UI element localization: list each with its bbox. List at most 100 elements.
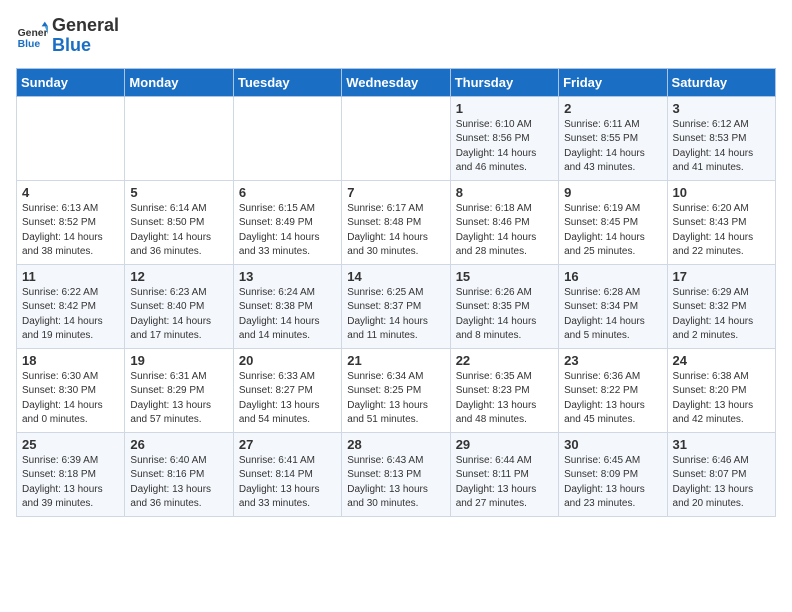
day-cell: 25 Sunrise: 6:39 AM Sunset: 8:18 PM Dayli… — [17, 432, 125, 516]
day-number: 3 — [673, 101, 770, 116]
day-cell: 12 Sunrise: 6:23 AM Sunset: 8:40 PM Dayli… — [125, 264, 233, 348]
day-info: Sunrise: 6:39 AM Sunset: 8:18 PM Dayligh… — [22, 454, 119, 512]
day-number: 10 — [673, 185, 770, 200]
day-cell: 20 Sunrise: 6:33 AM Sunset: 8:27 PM Dayli… — [233, 348, 341, 432]
day-number: 25 — [22, 437, 119, 452]
day-number: 11 — [22, 269, 119, 284]
day-info: Sunrise: 6:20 AM Sunset: 8:43 PM Dayligh… — [673, 202, 770, 260]
day-number: 30 — [564, 437, 661, 452]
day-cell: 28 Sunrise: 6:43 AM Sunset: 8:13 PM Dayli… — [342, 432, 450, 516]
day-number: 13 — [239, 269, 336, 284]
day-cell: 14 Sunrise: 6:25 AM Sunset: 8:37 PM Dayli… — [342, 264, 450, 348]
day-number: 8 — [456, 185, 553, 200]
logo: General Blue General Blue — [16, 16, 119, 56]
day-header-sunday: Sunday — [17, 68, 125, 96]
day-number: 18 — [22, 353, 119, 368]
day-cell: 22 Sunrise: 6:35 AM Sunset: 8:23 PM Dayli… — [450, 348, 558, 432]
day-info: Sunrise: 6:13 AM Sunset: 8:52 PM Dayligh… — [22, 202, 119, 260]
day-info: Sunrise: 6:34 AM Sunset: 8:25 PM Dayligh… — [347, 370, 444, 428]
day-cell: 24 Sunrise: 6:38 AM Sunset: 8:20 PM Dayli… — [667, 348, 775, 432]
day-info: Sunrise: 6:26 AM Sunset: 8:35 PM Dayligh… — [456, 286, 553, 344]
day-number: 21 — [347, 353, 444, 368]
svg-text:General: General — [18, 28, 48, 39]
day-number: 4 — [22, 185, 119, 200]
day-number: 14 — [347, 269, 444, 284]
week-row-2: 4 Sunrise: 6:13 AM Sunset: 8:52 PM Daylig… — [17, 180, 776, 264]
day-cell: 8Sunrise: 6:18 AM Sunset: 8:46 PM Daylig… — [450, 180, 558, 264]
day-cell: 17 Sunrise: 6:29 AM Sunset: 8:32 PM Dayli… — [667, 264, 775, 348]
day-cell: 2 Sunrise: 6:11 AM Sunset: 8:55 PM Daylig… — [559, 96, 667, 180]
day-number: 9 — [564, 185, 661, 200]
day-info: Sunrise: 6:10 AM Sunset: 8:56 PM Dayligh… — [456, 118, 553, 176]
day-number: 12 — [130, 269, 227, 284]
day-cell: 10 Sunrise: 6:20 AM Sunset: 8:43 PM Dayli… — [667, 180, 775, 264]
day-cell: 3 Sunrise: 6:12 AM Sunset: 8:53 PM Daylig… — [667, 96, 775, 180]
day-number: 20 — [239, 353, 336, 368]
logo-text: General Blue — [52, 16, 119, 56]
day-cell: 27Sunrise: 6:41 AM Sunset: 8:14 PM Dayli… — [233, 432, 341, 516]
day-number: 2 — [564, 101, 661, 116]
day-header-thursday: Thursday — [450, 68, 558, 96]
day-info: Sunrise: 6:28 AM Sunset: 8:34 PM Dayligh… — [564, 286, 661, 344]
day-number: 22 — [456, 353, 553, 368]
day-number: 16 — [564, 269, 661, 284]
day-number: 28 — [347, 437, 444, 452]
day-info: Sunrise: 6:11 AM Sunset: 8:55 PM Dayligh… — [564, 118, 661, 176]
day-info: Sunrise: 6:40 AM Sunset: 8:16 PM Dayligh… — [130, 454, 227, 512]
day-cell: 6 Sunrise: 6:15 AM Sunset: 8:49 PM Daylig… — [233, 180, 341, 264]
day-info: Sunrise: 6:29 AM Sunset: 8:32 PM Dayligh… — [673, 286, 770, 344]
day-header-monday: Monday — [125, 68, 233, 96]
logo-icon: General Blue — [16, 20, 48, 52]
header: General Blue General Blue — [16, 16, 776, 56]
day-cell — [125, 96, 233, 180]
day-info: Sunrise: 6:41 AM Sunset: 8:14 PM Dayligh… — [239, 454, 336, 512]
day-info: Sunrise: 6:23 AM Sunset: 8:40 PM Dayligh… — [130, 286, 227, 344]
day-cell: 29 Sunrise: 6:44 AM Sunset: 8:11 PM Dayli… — [450, 432, 558, 516]
day-info: Sunrise: 6:35 AM Sunset: 8:23 PM Dayligh… — [456, 370, 553, 428]
day-info: Sunrise: 6:36 AM Sunset: 8:22 PM Dayligh… — [564, 370, 661, 428]
day-cell: 26 Sunrise: 6:40 AM Sunset: 8:16 PM Dayli… — [125, 432, 233, 516]
day-info: Sunrise: 6:25 AM Sunset: 8:37 PM Dayligh… — [347, 286, 444, 344]
day-info: Sunrise: 6:45 AM Sunset: 8:09 PM Dayligh… — [564, 454, 661, 512]
week-row-4: 18 Sunrise: 6:30 AM Sunset: 8:30 PM Dayli… — [17, 348, 776, 432]
day-info: Sunrise: 6:43 AM Sunset: 8:13 PM Dayligh… — [347, 454, 444, 512]
day-cell: 19 Sunrise: 6:31 AM Sunset: 8:29 PM Dayli… — [125, 348, 233, 432]
day-number: 26 — [130, 437, 227, 452]
day-number: 5 — [130, 185, 227, 200]
day-cell: 18 Sunrise: 6:30 AM Sunset: 8:30 PM Dayli… — [17, 348, 125, 432]
day-info: Sunrise: 6:38 AM Sunset: 8:20 PM Dayligh… — [673, 370, 770, 428]
week-row-5: 25 Sunrise: 6:39 AM Sunset: 8:18 PM Dayli… — [17, 432, 776, 516]
day-info: Sunrise: 6:31 AM Sunset: 8:29 PM Dayligh… — [130, 370, 227, 428]
day-header-saturday: Saturday — [667, 68, 775, 96]
day-number: 7 — [347, 185, 444, 200]
day-cell: 5 Sunrise: 6:14 AM Sunset: 8:50 PM Daylig… — [125, 180, 233, 264]
day-cell: 1Sunrise: 6:10 AM Sunset: 8:56 PM Daylig… — [450, 96, 558, 180]
day-cell: 13 Sunrise: 6:24 AM Sunset: 8:38 PM Dayli… — [233, 264, 341, 348]
day-header-wednesday: Wednesday — [342, 68, 450, 96]
day-number: 19 — [130, 353, 227, 368]
day-info: Sunrise: 6:46 AM Sunset: 8:07 PM Dayligh… — [673, 454, 770, 512]
day-info: Sunrise: 6:33 AM Sunset: 8:27 PM Dayligh… — [239, 370, 336, 428]
day-info: Sunrise: 6:15 AM Sunset: 8:49 PM Dayligh… — [239, 202, 336, 260]
day-cell: 21 Sunrise: 6:34 AM Sunset: 8:25 PM Dayli… — [342, 348, 450, 432]
day-number: 29 — [456, 437, 553, 452]
day-cell: 7 Sunrise: 6:17 AM Sunset: 8:48 PM Daylig… — [342, 180, 450, 264]
day-cell — [342, 96, 450, 180]
svg-text:Blue: Blue — [18, 39, 41, 50]
day-info: Sunrise: 6:12 AM Sunset: 8:53 PM Dayligh… — [673, 118, 770, 176]
day-info: Sunrise: 6:30 AM Sunset: 8:30 PM Dayligh… — [22, 370, 119, 428]
day-info: Sunrise: 6:44 AM Sunset: 8:11 PM Dayligh… — [456, 454, 553, 512]
day-number: 24 — [673, 353, 770, 368]
day-cell: 23Sunrise: 6:36 AM Sunset: 8:22 PM Dayli… — [559, 348, 667, 432]
day-number: 6 — [239, 185, 336, 200]
day-info: Sunrise: 6:14 AM Sunset: 8:50 PM Dayligh… — [130, 202, 227, 260]
day-info: Sunrise: 6:24 AM Sunset: 8:38 PM Dayligh… — [239, 286, 336, 344]
day-info: Sunrise: 6:17 AM Sunset: 8:48 PM Dayligh… — [347, 202, 444, 260]
calendar-table: SundayMondayTuesdayWednesdayThursdayFrid… — [16, 68, 776, 517]
day-cell: 11Sunrise: 6:22 AM Sunset: 8:42 PM Dayli… — [17, 264, 125, 348]
day-cell: 30 Sunrise: 6:45 AM Sunset: 8:09 PM Dayli… — [559, 432, 667, 516]
day-header-friday: Friday — [559, 68, 667, 96]
day-info: Sunrise: 6:19 AM Sunset: 8:45 PM Dayligh… — [564, 202, 661, 260]
day-cell — [233, 96, 341, 180]
day-number: 17 — [673, 269, 770, 284]
